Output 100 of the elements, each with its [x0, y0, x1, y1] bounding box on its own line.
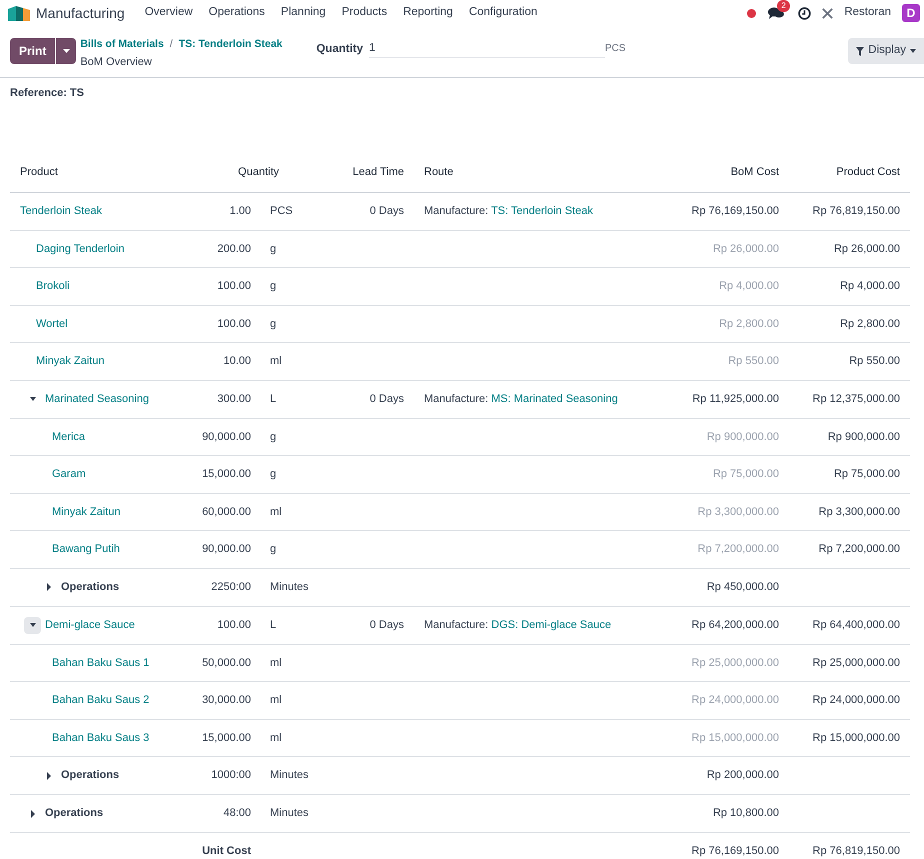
uom-text: ml — [270, 656, 282, 668]
product-link[interactable]: Demi-glace Sauce — [45, 616, 135, 634]
product-cost-text: Rp 3,300,000.00 — [818, 506, 900, 518]
lead-time-text: 0 Days — [370, 205, 404, 217]
product-link[interactable]: Brokoli — [36, 278, 70, 294]
quantity-text: 200.00 — [217, 242, 251, 254]
bom-cost-text: Rp 900,000.00 — [706, 430, 779, 442]
bom-cost-text: Rp 76,169,150.00 — [692, 205, 779, 217]
bom-cost-text: Rp 10,800.00 — [712, 807, 779, 820]
menu-item[interactable]: Planning — [272, 4, 334, 22]
company-name[interactable]: Restoran — [844, 4, 891, 22]
product-cost-text: Rp 76,819,150.00 — [812, 205, 900, 217]
caret-down-icon — [30, 395, 36, 403]
user-avatar[interactable]: D — [902, 4, 920, 22]
quantity-text: 10.00 — [223, 355, 251, 367]
route-link[interactable]: MS: Marinated Seasoning — [491, 392, 618, 405]
bom-cost-text: Rp 26,000.00 — [712, 242, 779, 254]
product-link[interactable]: Garam — [52, 466, 86, 482]
product-link[interactable]: Bahan Baku Saus 2 — [52, 692, 150, 708]
product-cost-text: Rp 2,800.00 — [840, 318, 900, 330]
filter-icon — [856, 46, 864, 56]
route-link[interactable]: TS: Tenderloin Steak — [491, 205, 593, 217]
operations-label: Operations — [61, 768, 120, 784]
quantity-text: 60,000.00 — [202, 506, 251, 518]
menu-item[interactable]: Reporting — [395, 4, 461, 22]
uom-text: Minutes — [270, 807, 309, 820]
menu-item[interactable]: Operations — [200, 4, 273, 22]
column-header: BoM Cost — [730, 166, 779, 178]
quantity-text: 100.00 — [217, 280, 251, 292]
product-link[interactable]: Tenderloin Steak — [20, 203, 102, 220]
quantity-text: 2250:00 — [211, 580, 251, 593]
display-button[interactable]: Display — [848, 38, 924, 64]
quantity-label: Quantity — [316, 42, 363, 57]
bom-cost-text: Rp 2,800.00 — [719, 318, 779, 330]
quantity-text: 100.00 — [217, 318, 251, 330]
quantity-text: 1.00 — [230, 205, 251, 217]
product-cost-text: Rp 15,000,000.00 — [812, 732, 900, 744]
route-text: Manufacture: — [424, 392, 488, 405]
uom-text: g — [270, 543, 276, 555]
product-link[interactable]: Bahan Baku Saus 3 — [52, 730, 150, 746]
product-link[interactable]: Marinated Seasoning — [45, 390, 149, 408]
uom-text: PCS — [270, 205, 293, 217]
quantity-text: 15,000.00 — [202, 732, 251, 744]
route-text: Manufacture: — [424, 618, 488, 631]
uom-text: PCS — [604, 42, 626, 56]
breadcrumb-link[interactable]: Bills of Materials — [80, 37, 164, 53]
column-header: Product — [20, 166, 58, 178]
bom-cost-text: Rp 200,000.00 — [706, 769, 779, 782]
product-link[interactable]: Daging Tenderloin — [36, 240, 124, 257]
bom-cost-text: Rp 75,000.00 — [712, 468, 779, 480]
bom-cost-text: Rp 550.00 — [728, 355, 779, 367]
uom-text: g — [270, 318, 276, 330]
product-link[interactable]: Bahan Baku Saus 1 — [52, 654, 150, 671]
route-link[interactable]: DGS: Demi-glace Sauce — [491, 618, 612, 631]
product-cost-text: Rp 24,000,000.00 — [812, 694, 900, 706]
print-dropdown-button[interactable] — [56, 38, 76, 64]
breadcrumb-separator: / — [170, 37, 173, 52]
print-button[interactable]: Print — [10, 38, 56, 64]
product-cost-text: Rp 900,000.00 — [828, 430, 900, 442]
quantity-text: 90,000.00 — [202, 543, 251, 555]
product-cost-text: Rp 4,000.00 — [840, 280, 900, 292]
reference-text: Reference: TS — [10, 86, 85, 101]
product-link[interactable]: Bawang Putih — [52, 541, 120, 558]
quantity-field[interactable]: 1 — [368, 38, 605, 58]
menu-item[interactable]: Overview — [136, 4, 201, 22]
bom-cost-text: Rp 4,000.00 — [719, 280, 779, 292]
product-cost-text: Rp 12,375,000.00 — [812, 392, 900, 405]
breadcrumb-link[interactable]: TS: Tenderloin Steak — [178, 37, 282, 53]
clock-icon[interactable] — [798, 6, 812, 20]
quantity-text: 100.00 — [217, 618, 251, 631]
bom-cost-text: Rp 3,300,000.00 — [698, 506, 779, 518]
column-header: Product Cost — [836, 166, 900, 178]
quantity-text: 1000:00 — [211, 769, 251, 782]
expand-toggle[interactable] — [24, 616, 41, 634]
quantity-text: 50,000.00 — [202, 656, 251, 668]
product-link[interactable]: Merica — [52, 428, 86, 445]
caret-right-icon — [46, 772, 52, 780]
operations-label: Operations — [61, 580, 120, 595]
uom-text: ml — [270, 506, 282, 518]
uom-text: Minutes — [270, 580, 309, 593]
caret-right-icon — [46, 583, 52, 591]
product-cost-text: Rp 64,400,000.00 — [812, 618, 900, 631]
product-link[interactable]: Minyak Zaitun — [52, 504, 120, 520]
product-cost-text: Rp 550.00 — [849, 355, 900, 367]
product-link[interactable]: Wortel — [36, 316, 68, 332]
unit-cost-label: Unit Cost — [202, 845, 251, 857]
operations-label: Operations — [45, 806, 104, 822]
menu-item[interactable]: Configuration — [460, 4, 546, 22]
caret-right-icon — [30, 810, 36, 818]
app-logo-icon[interactable] — [8, 5, 30, 21]
bom-cost-text: Rp 11,925,000.00 — [692, 392, 779, 405]
app-name[interactable]: Manufacturing — [36, 2, 125, 24]
menu-item[interactable]: Products — [334, 4, 396, 22]
uom-text: ml — [270, 355, 282, 367]
product-link[interactable]: Minyak Zaitun — [36, 353, 104, 370]
product-cost-text: Rp 7,200,000.00 — [818, 543, 900, 555]
product-cost-text: Rp 25,000,000.00 — [812, 656, 900, 668]
lead-time-text: 0 Days — [370, 392, 404, 405]
route-text: Manufacture: — [424, 205, 488, 217]
uom-text: g — [270, 242, 276, 254]
